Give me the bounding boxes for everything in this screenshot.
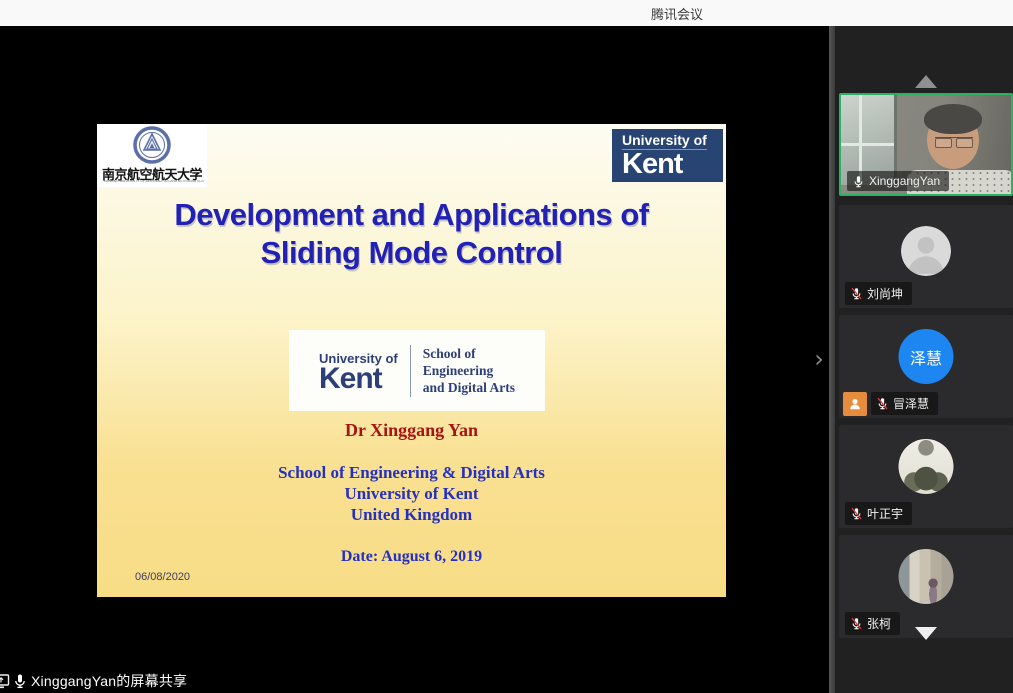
participant-tile[interactable]: 刘尚坤 [839,205,1013,308]
share-status-bar: XinggangYan的屏幕共享 [0,668,829,693]
participant-name-badge: XinggangYan [847,171,949,191]
slide-title-line2: Sliding Mode Control [97,234,726,272]
participant-name: 刘尚坤 [867,285,903,302]
presenter-name: Dr Xinggang Yan [97,420,726,441]
window-title: 腾讯会议 [651,4,703,23]
participant-name-badge: 叶正宇 [845,502,912,525]
mic-icon [852,175,865,188]
kent-school-logo: University of Kent School of Engineering… [289,330,545,411]
kent-school-logo-left: University of Kent [319,351,398,391]
affiliation-line2: University of Kent [97,483,726,504]
logo-divider [410,345,411,397]
avatar-initials: 泽慧 [899,329,954,384]
scroll-up-icon[interactable] [915,75,937,88]
participant-name: 叶正宇 [867,505,903,522]
slide-title-line1: Development and Applications of [97,196,726,234]
microphone-icon [12,673,28,689]
nuaa-emblem-icon [133,126,171,164]
video-person-glasses [935,137,973,148]
affiliation-line3: United Kingdom [97,504,726,525]
tencent-meeting-window: 腾讯会议 南京航空航天大学 NANJING UNIVERSITY OF AERO… [0,0,1013,693]
participant-name: 冒泽慧 [893,395,929,412]
participants-sidebar: XinggangYan 刘尚坤 [829,26,1013,693]
mic-muted-icon [850,617,863,630]
participant-tile[interactable]: 泽慧 冒泽慧 [839,315,1013,418]
slide-title: Development and Applications of Sliding … [97,196,726,272]
mic-muted-icon [850,287,863,300]
participant-name: XinggangYan [869,174,940,188]
participant-name-badge: 冒泽慧 [871,392,938,415]
collapse-sidebar-button[interactable]: › [808,346,830,374]
nuaa-logo: 南京航空航天大学 NANJING UNIVERSITY OF AERONAUTI… [97,124,207,187]
slide-footer-date: 06/08/2020 [135,571,190,583]
participant-name: 张柯 [867,615,891,632]
presenter-affiliation: School of Engineering & Digital Arts Uni… [97,462,726,525]
role-person-badge [843,392,867,416]
participant-name-badge: 张柯 [845,612,900,635]
participant-tile[interactable]: XinggangYan [839,93,1013,196]
avatar-image [899,549,954,604]
avatar-silhouette [901,226,951,276]
affiliation-line1: School of Engineering & Digital Arts [97,462,726,483]
presentation-slide: 南京航空航天大学 NANJING UNIVERSITY OF AERONAUTI… [97,124,726,597]
window-titlebar: 腾讯会议 [0,0,1013,26]
screen-share-icon [0,672,10,690]
kent-school-logo-right: School of Engineering and Digital Arts [423,345,515,396]
mic-muted-icon [850,507,863,520]
kent-logo-line2: Kent [622,150,723,178]
slide-date: Date: August 6, 2019 [97,548,726,566]
participant-tile[interactable]: 叶正宇 [839,425,1013,528]
screen-share-stage: 南京航空航天大学 NANJING UNIVERSITY OF AERONAUTI… [0,26,829,668]
participant-tile[interactable]: 张柯 [839,535,1013,638]
scroll-down-icon[interactable] [915,627,937,640]
participant-name-badge: 刘尚坤 [845,282,912,305]
nuaa-logo-english-name: NANJING UNIVERSITY OF AERONAUTICS AND AS… [99,180,207,183]
mic-muted-icon [876,397,889,410]
avatar-image [899,439,954,494]
kent-logo: University of Kent [612,129,723,182]
share-status-label: XinggangYan的屏幕共享 [31,671,187,691]
person-icon [848,397,862,411]
